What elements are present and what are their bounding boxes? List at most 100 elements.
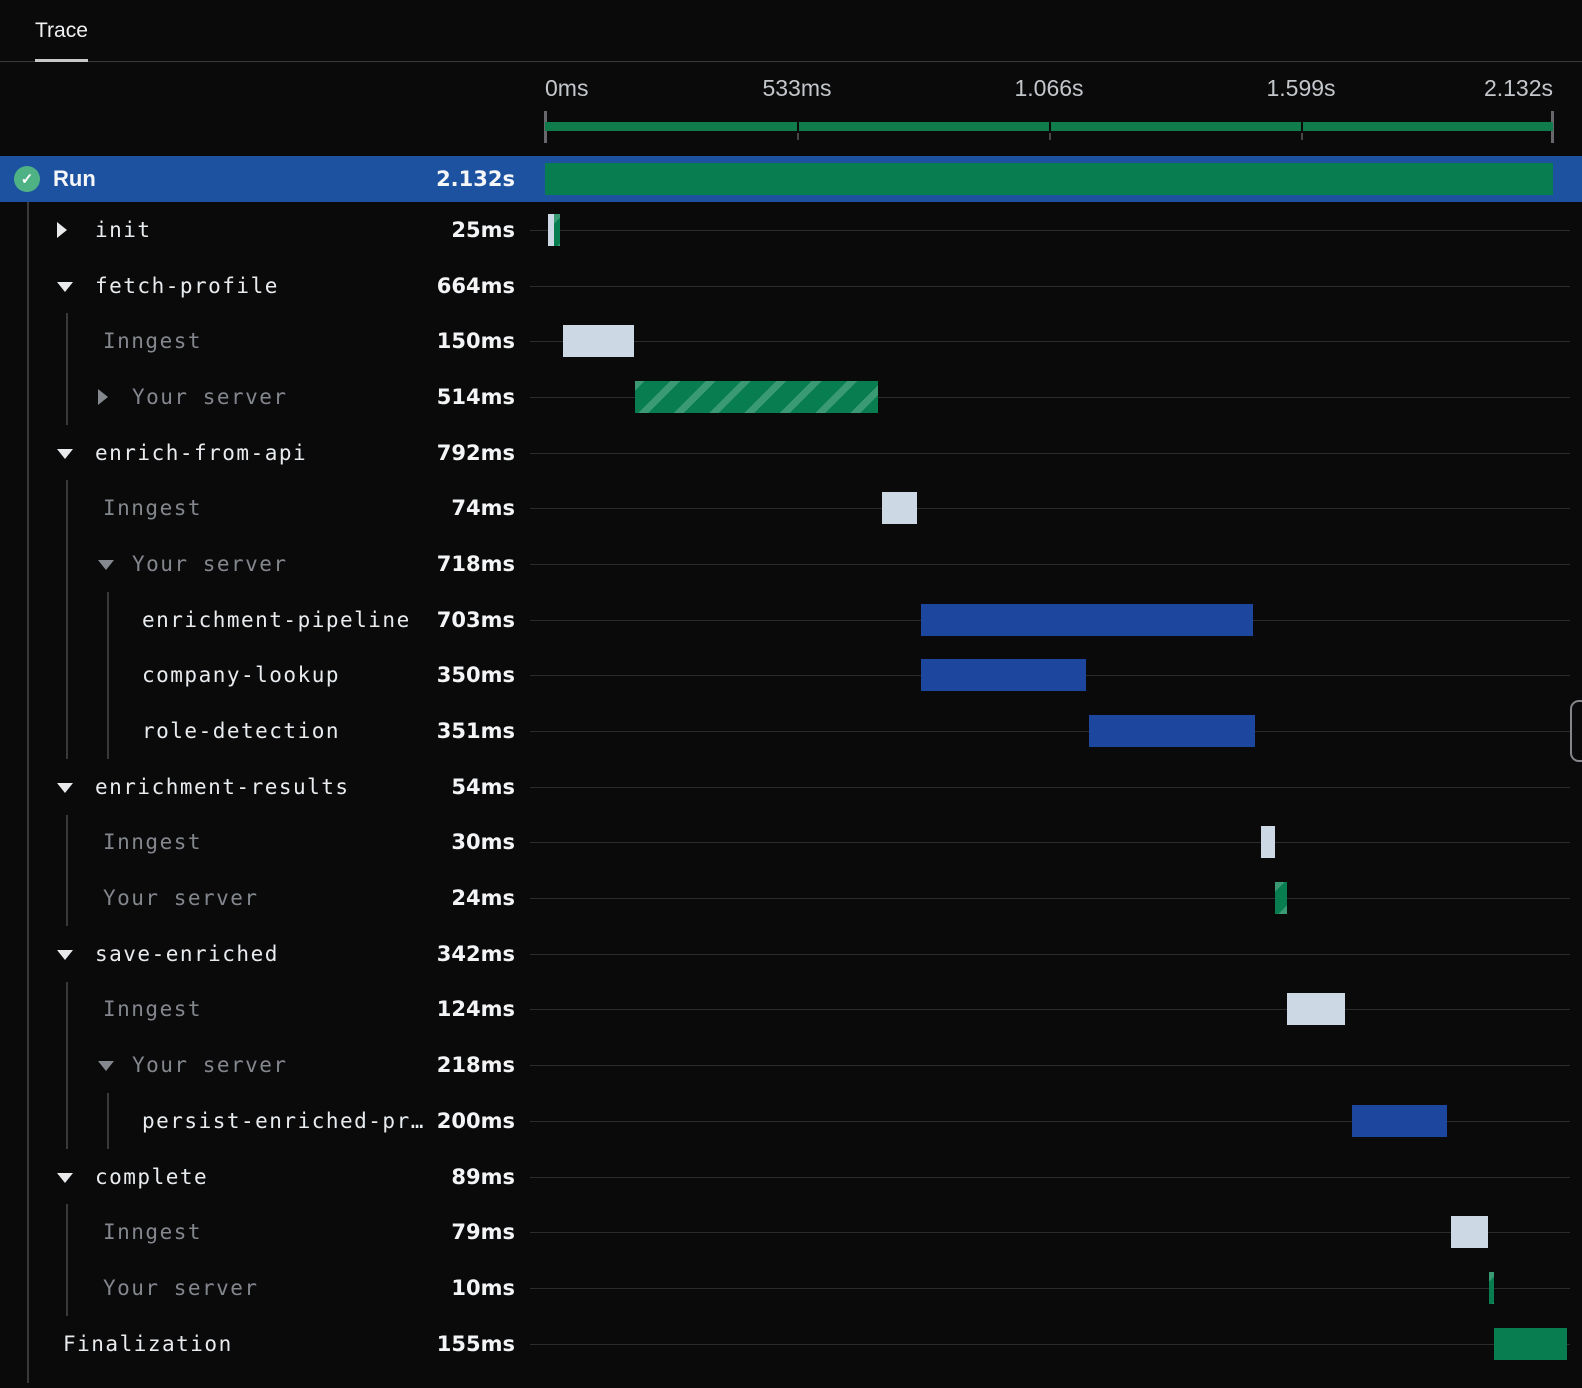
span-bar-queue[interactable]: [1286, 993, 1346, 1026]
row-gridline: [530, 508, 1570, 510]
caret-down-icon[interactable]: [57, 281, 73, 292]
caret-down-icon[interactable]: [57, 448, 73, 459]
trace-row[interactable]: Your server 514ms: [0, 369, 1582, 425]
tab-trace-label: Trace: [35, 18, 88, 42]
minimap-divider: [797, 122, 799, 131]
span-bar-server[interactable]: [1275, 882, 1287, 915]
timeline-tick-label: 2.132s: [1483, 75, 1553, 101]
span-duration: 342ms: [436, 941, 515, 966]
trace-row-track: [530, 926, 1582, 982]
indent-guide: [66, 814, 68, 871]
row-gridline: [530, 1287, 1570, 1289]
indent-guide: [27, 257, 29, 314]
trace-row-left: enrich-from-api 792ms: [0, 424, 530, 481]
run-row[interactable]: ✓ Run 2.132s: [0, 156, 1582, 202]
timeline-header-spacer: [0, 62, 530, 156]
trace-row-track: [530, 703, 1582, 759]
trace-row-left: Your server 24ms: [0, 870, 530, 926]
trace-row[interactable]: role-detection 351ms: [0, 703, 1582, 759]
span-bar-step[interactable]: [1089, 715, 1256, 748]
trace-row-track: [530, 202, 1582, 258]
indent-guide: [66, 313, 68, 370]
caret-down-icon[interactable]: [98, 559, 114, 570]
trace-row[interactable]: Inngest 30ms: [0, 814, 1582, 871]
caret-down-icon[interactable]: [98, 1061, 114, 1072]
indent-guide: [27, 758, 29, 815]
scrollbar-thumb[interactable]: [1570, 700, 1582, 762]
span-bar-queue[interactable]: [1450, 1216, 1489, 1249]
trace-row[interactable]: Inngest 74ms: [0, 480, 1582, 537]
span-label: Inngest: [103, 1220, 203, 1245]
row-gridline: [530, 731, 1570, 733]
span-label: init: [95, 217, 152, 242]
tab-trace[interactable]: Trace: [35, 0, 88, 62]
trace-row[interactable]: Your server 24ms: [0, 870, 1582, 926]
caret-down-icon[interactable]: [57, 782, 73, 793]
indent-guide: [107, 591, 109, 648]
trace-row[interactable]: Inngest 124ms: [0, 981, 1582, 1038]
indent-guide: [27, 814, 29, 871]
row-gridline: [530, 341, 1570, 343]
span-bar-server[interactable]: [634, 380, 878, 413]
trace-row[interactable]: fetch-profile 664ms: [0, 257, 1582, 314]
trace-row-track: [530, 759, 1582, 815]
trace-row[interactable]: enrichment-results 54ms: [0, 758, 1582, 815]
caret-right-icon[interactable]: [98, 388, 108, 405]
trace-row-left: Inngest 74ms: [0, 480, 530, 537]
span-label: complete: [95, 1164, 209, 1189]
indent-guide: [27, 1093, 29, 1149]
trace-row[interactable]: Your server 718ms: [0, 536, 1582, 592]
trace-row-left: Inngest 30ms: [0, 814, 530, 871]
caret-down-icon[interactable]: [57, 1172, 73, 1183]
indent-guide: [27, 703, 29, 759]
trace-row-left: Your server 718ms: [0, 536, 530, 592]
row-gridline: [530, 1009, 1570, 1011]
trace-row[interactable]: Inngest 79ms: [0, 1204, 1582, 1261]
span-label: company-lookup: [142, 663, 341, 688]
trace-row[interactable]: save-enriched 342ms: [0, 925, 1582, 982]
check-circle-icon: ✓: [14, 166, 40, 192]
trace-row-left: enrichment-results 54ms: [0, 758, 530, 815]
timeline-minimap[interactable]: [544, 111, 1554, 143]
indent-guide: [27, 870, 29, 926]
span-bar-run[interactable]: [1493, 1327, 1568, 1360]
run-span-bar[interactable]: [545, 163, 1553, 195]
trace-row[interactable]: init 25ms: [0, 202, 1582, 258]
trace-row-track: [530, 1149, 1582, 1205]
trace-row[interactable]: Your server 218ms: [0, 1037, 1582, 1093]
trace-row-left: role-detection 351ms: [0, 703, 530, 759]
indent-guide: [27, 1037, 29, 1093]
trace-row[interactable]: enrich-from-api 792ms: [0, 424, 1582, 481]
span-duration: 703ms: [436, 607, 515, 632]
trace-row[interactable]: complete 89ms: [0, 1148, 1582, 1205]
span-bar-queue[interactable]: [562, 325, 634, 358]
trace-row-left: enrichment-pipeline 703ms: [0, 591, 530, 648]
trace-row-left: complete 89ms: [0, 1148, 530, 1205]
span-bar-queue[interactable]: [881, 492, 917, 525]
trace-row[interactable]: Your server 10ms: [0, 1260, 1582, 1316]
indent-guide: [27, 369, 29, 425]
span-bar-step[interactable]: [920, 659, 1087, 692]
trace-row[interactable]: Finalization 155ms: [0, 1315, 1582, 1372]
trace-row[interactable]: persist-enriched-pr… 200ms: [0, 1093, 1582, 1149]
trace-row[interactable]: company-lookup 350ms: [0, 647, 1582, 704]
minimap-subtick: [1049, 133, 1051, 140]
span-bar-step[interactable]: [920, 603, 1254, 636]
timeline-tick-label: 533ms: [762, 75, 832, 101]
trace-row[interactable]: enrichment-pipeline 703ms: [0, 591, 1582, 648]
timeline-ruler: 0ms 533ms 1.066s 1.599s 2.132s: [530, 62, 1582, 156]
indent-guide: [66, 981, 68, 1038]
span-label: Inngest: [103, 830, 203, 855]
indent-guide: [66, 369, 68, 425]
span-bar-step[interactable]: [1352, 1104, 1447, 1137]
span-duration: 218ms: [436, 1053, 515, 1078]
span-bar-server[interactable]: [1489, 1271, 1494, 1304]
indent-guide: [66, 1204, 68, 1261]
indent-guide: [66, 870, 68, 926]
caret-down-icon[interactable]: [57, 949, 73, 960]
trace-row-left: Your server 514ms: [0, 369, 530, 425]
span-bar-server[interactable]: [553, 213, 560, 246]
trace-row[interactable]: Inngest 150ms: [0, 313, 1582, 370]
span-bar-queue[interactable]: [1260, 826, 1275, 859]
caret-right-icon[interactable]: [57, 221, 67, 238]
